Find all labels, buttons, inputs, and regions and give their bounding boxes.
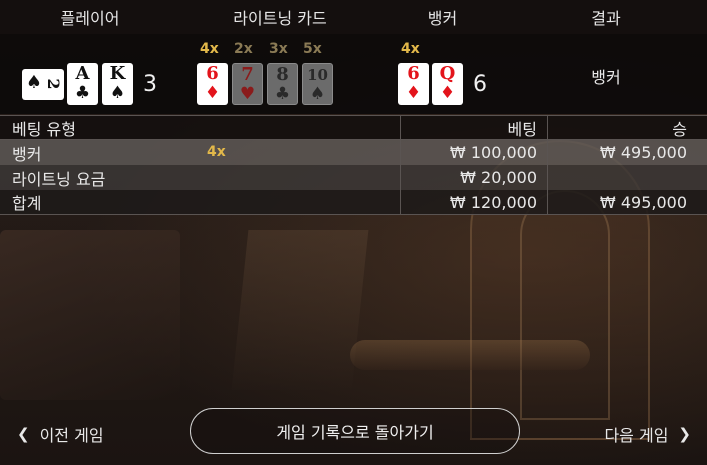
card-rank: 7 <box>241 64 254 85</box>
diamond-icon: ♦ <box>439 83 456 103</box>
lightning-card-1: 6 ♦ <box>197 63 228 105</box>
bet-type: 합계 <box>12 194 42 213</box>
lightning-cards: 4x 2x 3x 5x 6 ♦ 7 ♥ 8 ♣ 10 ♠ <box>180 34 380 114</box>
header-player: 플레이어 <box>60 9 120 28</box>
table-row-total: 합계 ₩ 120,000 ₩ 495,000 <box>0 190 707 215</box>
lightning-card-4: 10 ♠ <box>302 63 333 105</box>
header-banker: 뱅커 <box>427 9 458 28</box>
lightning-multiplier-4: 5x <box>303 41 322 57</box>
card-rank: 2 <box>44 78 63 90</box>
col-bet-type: 베팅 유형 <box>12 119 76 139</box>
bet-type: 뱅커 <box>12 144 42 164</box>
banker-score: 6 <box>473 72 487 97</box>
club-icon: ♣ <box>74 83 91 103</box>
header-result: 결과 <box>591 9 621 28</box>
banker-hand: 4x 6 ♦ Q ♦ 6 <box>380 34 505 114</box>
card-rank: A <box>75 63 90 84</box>
table-row: 뱅커 4x ₩ 100,000 ₩ 495,000 <box>0 140 707 165</box>
next-game-label: 다음 게임 <box>604 426 669 445</box>
spade-icon: ♠ <box>109 83 126 103</box>
card-rank: 8 <box>276 64 289 85</box>
cards-row: ♠ 2 A ♣ K ♠ 3 4x 2x 3x 5x 6 ♦ 7 ♥ 8 ♣ 10… <box>0 34 707 114</box>
player-card-2: A ♣ <box>67 63 98 105</box>
next-game-button[interactable]: 다음 게임 ❯ <box>604 422 691 446</box>
table-row: 라이트닝 요금 ₩ 20,000 <box>0 165 707 190</box>
result-header: 플레이어 라이트닝 카드 뱅커 결과 <box>0 0 707 34</box>
bet-amount: ₩ 20,000 <box>460 168 537 187</box>
card-rank: Q <box>439 63 456 84</box>
card-rank: 10 <box>307 66 328 84</box>
bet-type: 라이트닝 요금 <box>12 169 106 189</box>
lightning-card-2: 7 ♥ <box>232 63 263 105</box>
player-card-3: K ♠ <box>102 63 133 105</box>
previous-game-label: 이전 게임 <box>39 426 104 445</box>
previous-game-button[interactable]: ❮ 이전 게임 <box>17 422 104 446</box>
player-card-1: ♠ 2 <box>22 69 64 100</box>
chevron-left-icon: ❮ <box>17 425 30 443</box>
bet-multiplier: 4x <box>207 143 226 160</box>
spade-icon: ♠ <box>25 72 43 93</box>
player-hand: ♠ 2 A ♣ K ♠ 3 <box>0 34 180 114</box>
bet-amount: ₩ 120,000 <box>449 192 537 212</box>
card-rank: 6 <box>407 63 420 84</box>
win-amount: ₩ 495,000 <box>599 143 687 162</box>
diamond-icon: ♦ <box>204 83 221 103</box>
player-score: 3 <box>143 72 157 97</box>
lightning-multiplier-2: 2x <box>234 41 253 57</box>
card-rank: 6 <box>206 63 219 84</box>
col-win: 승 <box>547 116 707 139</box>
footer-nav: ❮ 이전 게임 게임 기록으로 돌아가기 다음 게임 ❯ <box>0 398 707 465</box>
spade-icon: ♠ <box>309 84 326 104</box>
card-rank: K <box>109 63 126 84</box>
bet-table-header: 베팅 유형 베팅 승 <box>0 115 707 140</box>
banker-card-1: 6 ♦ <box>398 63 429 105</box>
lightning-multiplier-3: 3x <box>269 41 288 57</box>
club-icon: ♣ <box>274 84 291 104</box>
win-amount: ₩ 495,000 <box>599 192 687 212</box>
back-to-history-button[interactable]: 게임 기록으로 돌아가기 <box>190 408 520 454</box>
header-lightning-cards: 라이트닝 카드 <box>233 9 327 28</box>
diamond-icon: ♦ <box>405 83 422 103</box>
bet-table: 베팅 유형 베팅 승 뱅커 4x ₩ 100,000 ₩ 495,000 라이트… <box>0 115 707 215</box>
chevron-right-icon: ❯ <box>678 425 691 443</box>
banker-card-2: Q ♦ <box>432 63 463 105</box>
lightning-card-3: 8 ♣ <box>267 63 298 105</box>
lightning-multiplier-1: 4x <box>200 41 219 57</box>
result-value: 뱅커 <box>591 68 621 87</box>
banker-multiplier: 4x <box>401 41 420 57</box>
bet-amount: ₩ 100,000 <box>449 143 537 162</box>
col-bet: 베팅 <box>400 116 547 139</box>
back-to-history-label: 게임 기록으로 돌아가기 <box>276 423 434 442</box>
heart-icon: ♥ <box>239 84 256 104</box>
